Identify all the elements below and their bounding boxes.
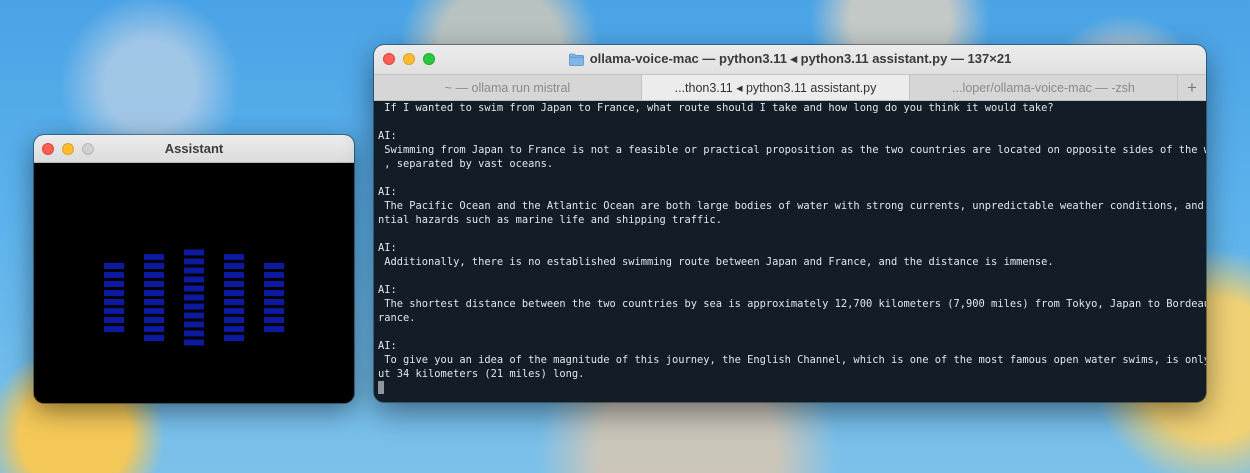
visualizer-segment xyxy=(144,263,164,269)
visualizer-segment xyxy=(144,326,164,332)
tab-zsh[interactable]: ...loper/ollama-voice-mac — -zsh xyxy=(910,75,1178,100)
visualizer-segment xyxy=(224,254,244,260)
terminal-line: AI: xyxy=(378,284,397,296)
visualizer-segment xyxy=(184,276,204,283)
visualizer-segment xyxy=(184,330,204,337)
tab-assistant-py[interactable]: ...thon3.11 ◂ python3.11 assistant.py xyxy=(642,75,910,100)
assistant-titlebar[interactable]: Assistant xyxy=(34,135,354,163)
visualizer-segment xyxy=(184,249,204,256)
visualizer-segment xyxy=(144,308,164,314)
terminal-line: Additionally, there is no established sw… xyxy=(378,256,1054,268)
visualizer-segment xyxy=(264,317,284,323)
visualizer-segment xyxy=(224,299,244,305)
audio-visualizer xyxy=(34,163,354,403)
tab-ollama-run-mistral[interactable]: ~ — ollama run mistral xyxy=(374,75,642,100)
visualizer-segment xyxy=(144,335,164,341)
terminal-line: The shortest distance between the two co… xyxy=(378,298,1206,310)
terminal-title: ollama-voice-mac — python3.11 ◂ python3.… xyxy=(374,51,1206,67)
visualizer-segment xyxy=(264,281,284,287)
assistant-window: Assistant xyxy=(34,135,354,403)
visualizer-segment xyxy=(224,326,244,332)
terminal-line: rance. xyxy=(378,312,416,324)
visualizer-segment xyxy=(184,303,204,310)
visualizer-segment xyxy=(264,308,284,314)
visualizer-segment xyxy=(144,317,164,323)
terminal-line: ut 34 kilometers (21 miles) long. xyxy=(378,368,585,380)
assistant-title: Assistant xyxy=(164,141,224,156)
terminal-line: AI: xyxy=(378,242,397,254)
visualizer-segment xyxy=(224,290,244,296)
visualizer-segment xyxy=(104,317,124,323)
visualizer-segment xyxy=(224,317,244,323)
visualizer-segment xyxy=(224,272,244,278)
visualizer-segment xyxy=(264,299,284,305)
visualizer-segment xyxy=(144,254,164,260)
visualizer-segment xyxy=(184,294,204,301)
terminal-titlebar[interactable]: ollama-voice-mac — python3.11 ◂ python3.… xyxy=(374,45,1206,74)
terminal-line: AI: xyxy=(378,340,397,352)
visualizer-segment xyxy=(264,272,284,278)
visualizer-segment xyxy=(224,308,244,314)
visualizer-segment xyxy=(104,281,124,287)
visualizer-segment xyxy=(184,258,204,265)
visualizer-segment xyxy=(144,299,164,305)
visualizer-segment xyxy=(144,290,164,296)
terminal-line: The Pacific Ocean and the Atlantic Ocean… xyxy=(378,200,1206,212)
visualizer-segment xyxy=(184,339,204,346)
terminal-line: AI: xyxy=(378,186,397,198)
visualizer-segment xyxy=(144,272,164,278)
visualizer-segment xyxy=(104,263,124,269)
visualizer-segment xyxy=(224,263,244,269)
terminal-line: AI: xyxy=(378,130,397,142)
terminal-line: Swimming from Japan to France is not a f… xyxy=(378,144,1206,156)
visualizer-segment xyxy=(104,290,124,296)
terminal-line: ntial hazards such as marine life and sh… xyxy=(378,214,723,226)
folder-icon xyxy=(568,53,584,66)
terminal-line: To give you an idea of the magnitude of … xyxy=(378,354,1206,366)
visualizer-svg xyxy=(104,249,284,346)
visualizer-segment xyxy=(184,267,204,274)
terminal-title-text: ollama-voice-mac — python3.11 ◂ python3.… xyxy=(589,51,1012,66)
visualizer-segment xyxy=(104,272,124,278)
terminal-output[interactable]: If I wanted to swim from Japan to France… xyxy=(374,101,1206,402)
visualizer-segment xyxy=(104,308,124,314)
visualizer-segment xyxy=(264,326,284,332)
visualizer-segment xyxy=(224,335,244,341)
visualizer-segment xyxy=(264,263,284,269)
visualizer-segment xyxy=(184,321,204,328)
terminal-line: , separated by vast oceans. xyxy=(378,158,554,170)
visualizer-segment xyxy=(144,281,164,287)
terminal-window: ollama-voice-mac — python3.11 ◂ python3.… xyxy=(374,45,1206,402)
visualizer-segment xyxy=(104,326,124,332)
tab-bar: ~ — ollama run mistral ...thon3.11 ◂ pyt… xyxy=(374,74,1206,101)
terminal-line: If I wanted to swim from Japan to France… xyxy=(378,102,1054,114)
text-cursor xyxy=(378,381,384,394)
visualizer-segment xyxy=(184,285,204,292)
new-tab-button[interactable]: + xyxy=(1178,75,1206,100)
prompt-line xyxy=(378,381,1202,395)
visualizer-segment xyxy=(184,312,204,319)
visualizer-segment xyxy=(104,299,124,305)
visualizer-segment xyxy=(224,281,244,287)
visualizer-segment xyxy=(264,290,284,296)
